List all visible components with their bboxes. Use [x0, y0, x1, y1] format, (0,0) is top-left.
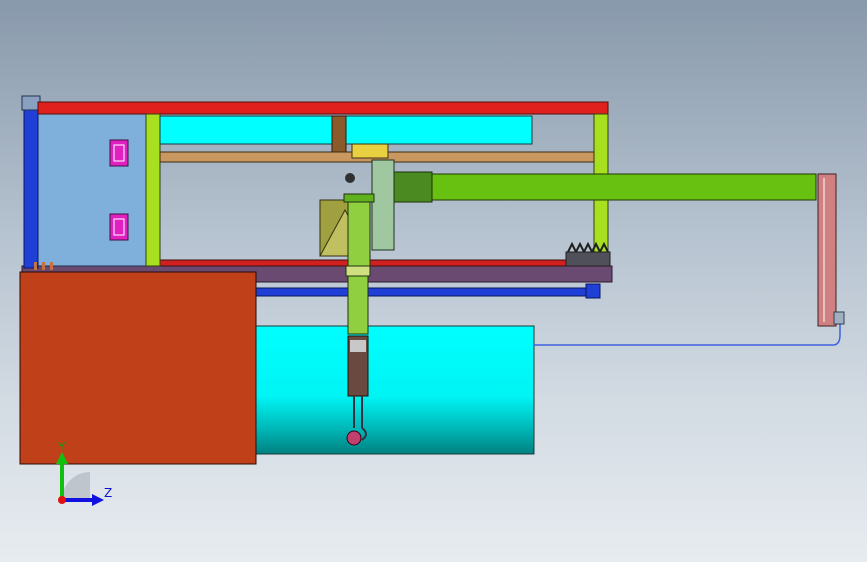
- actuator-collar: [345, 265, 371, 277]
- pin-3: [50, 262, 53, 270]
- z-axis-head: [92, 494, 104, 506]
- cad-model[interactable]: [0, 0, 867, 562]
- brown-bracket: [331, 115, 347, 153]
- probe-ball: [346, 430, 362, 446]
- handle-top[interactable]: [109, 139, 129, 167]
- mount-column: [371, 159, 395, 251]
- rack-block: [565, 251, 611, 267]
- lime-post-left: [145, 113, 161, 267]
- lower-blue-rail: [229, 287, 591, 297]
- y-axis-label: Y: [58, 440, 66, 454]
- actuator-lower: [347, 271, 369, 335]
- triad-origin: [58, 496, 66, 504]
- actuator-top-cap: [343, 193, 375, 203]
- left-blue-panel: [37, 113, 149, 267]
- green-arm: [429, 173, 817, 201]
- cad-viewport[interactable]: Y Z: [0, 0, 867, 562]
- motor-block: [391, 171, 433, 203]
- hose-line: [534, 322, 841, 346]
- left-blue-post: [23, 95, 39, 269]
- gear-icon: [345, 173, 355, 183]
- triad-arc: [62, 472, 90, 500]
- actuator-upper: [347, 195, 371, 267]
- pin-2: [42, 262, 45, 270]
- right-vertical-post: [817, 173, 837, 327]
- cylinder-band: [350, 340, 366, 352]
- post-foot: [833, 311, 845, 325]
- mount-top-block: [351, 143, 389, 159]
- left-post-cap: [21, 95, 41, 111]
- orange-cabinet: [19, 271, 257, 465]
- pin-1: [34, 262, 37, 270]
- pipe-cylinder: [239, 325, 535, 455]
- rail-end-block: [585, 283, 601, 299]
- top-red-beam: [37, 101, 609, 115]
- handle-bottom[interactable]: [109, 213, 129, 241]
- z-axis-label: Z: [104, 486, 113, 500]
